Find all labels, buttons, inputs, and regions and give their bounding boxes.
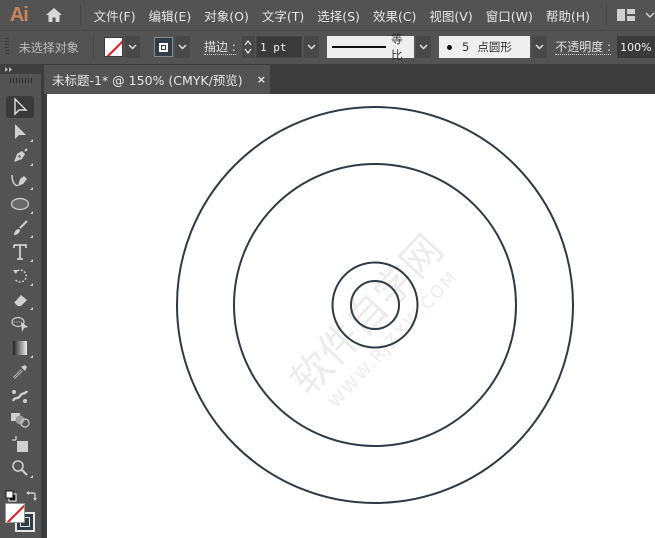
direct-selection-tool[interactable]	[6, 121, 34, 143]
menu-window[interactable]: 窗口(W)	[486, 6, 533, 25]
gradient-tool[interactable]	[6, 337, 34, 359]
stroke-weight-input[interactable]: 1 pt	[256, 36, 302, 58]
watermark: 软件自学网 WWW.RJZXW.COM	[282, 226, 462, 412]
opacity-input[interactable]: 100%	[617, 36, 655, 58]
paintbrush-icon	[14, 220, 28, 235]
none-slash-icon	[105, 38, 122, 56]
opacity-label-text: 不透明度	[555, 39, 604, 54]
artboard-tool[interactable]	[6, 433, 34, 455]
menu-effect[interactable]: 效果(C)	[373, 6, 416, 25]
workspace-layout-icon	[617, 9, 636, 21]
profile-dropdown[interactable]	[415, 36, 431, 58]
paintbrush-tool[interactable]	[6, 217, 34, 239]
puppet-warp-icon	[11, 390, 29, 403]
rotate-icon	[13, 269, 27, 283]
fill-swatch[interactable]	[103, 37, 123, 57]
selection-tool[interactable]	[6, 96, 34, 118]
close-icon[interactable]: ×	[257, 73, 266, 86]
stroke-swatch[interactable]	[153, 37, 173, 57]
magnifier-icon	[12, 460, 28, 476]
menu-divider	[79, 5, 81, 25]
menu-edit[interactable]: 编辑(E)	[149, 6, 192, 25]
stroke-label[interactable]: 描边 :	[203, 39, 236, 55]
pen-nib-icon	[14, 148, 28, 162]
variable-width-profile[interactable]: 等比	[326, 32, 414, 62]
brush-definition[interactable]: 5 点圆形	[439, 36, 531, 58]
control-divider	[92, 36, 94, 58]
fill-dropdown[interactable]	[124, 36, 140, 58]
tools-panel	[0, 64, 42, 538]
shape-builder-icon	[11, 413, 30, 428]
ellipse-icon	[10, 197, 30, 211]
ellipse-tool[interactable]	[6, 193, 34, 215]
home-icon[interactable]	[40, 0, 68, 30]
stroke-label-text: 描边	[203, 39, 228, 54]
curvature-pen-icon	[11, 174, 27, 187]
type-t-icon	[13, 244, 27, 260]
app-logo: Ai	[9, 3, 29, 26]
artwork: 软件自学网 WWW.RJZXW.COM	[176, 106, 574, 504]
gradient-icon	[13, 341, 27, 355]
brush-dropdown[interactable]	[532, 36, 548, 58]
expand-panel-icon	[5, 66, 12, 72]
eraser-tool[interactable]	[6, 289, 34, 311]
eyedropper-tool[interactable]	[6, 361, 34, 383]
control-bar: 未选择对象 描边 : 1 pt 等比 5 点圆形 不透明度 : 100%	[0, 30, 655, 63]
eraser-icon	[13, 295, 27, 307]
brush-name: 点圆形	[477, 40, 512, 54]
stroke-weight-stepper[interactable]	[241, 36, 256, 58]
chevron-down-icon	[645, 12, 655, 18]
puppet-warp-tool[interactable]	[6, 385, 34, 407]
direct-selection-arrow-icon	[15, 124, 26, 139]
document-tab-strip: 未标题-1* @ 150% (CMYK/预览) ×	[42, 64, 655, 94]
pen-tool[interactable]	[6, 145, 34, 167]
stepper-arrows-icon	[244, 39, 252, 55]
document-tab-title: 未标题-1* @ 150% (CMYK/预览)	[52, 73, 243, 88]
chevron-down-icon	[535, 44, 544, 50]
shape-builder-tool[interactable]	[6, 409, 34, 431]
chevron-down-icon	[128, 44, 137, 50]
type-tool[interactable]	[6, 241, 34, 263]
workspace-switcher[interactable]	[606, 5, 655, 25]
selection-arrow-icon	[14, 98, 28, 116]
brush-size: 5	[462, 40, 470, 54]
chevron-down-icon	[178, 44, 187, 50]
chevron-down-icon	[419, 44, 428, 50]
stroke-weight-dropdown[interactable]	[303, 36, 319, 58]
profile-label: 等比	[391, 32, 403, 62]
tools-panel-header[interactable]	[0, 64, 41, 74]
menu-object[interactable]: 对象(O)	[204, 6, 249, 25]
stroke-color-dropdown[interactable]	[174, 36, 190, 58]
none-slash-icon	[6, 504, 24, 522]
artboard-icon	[12, 436, 28, 452]
document-tab[interactable]: 未标题-1* @ 150% (CMYK/预览) ×	[44, 65, 270, 94]
menu-file[interactable]: 文件(F)	[94, 6, 136, 25]
swap-colors-icon[interactable]	[25, 487, 37, 501]
chevron-down-icon	[307, 44, 316, 50]
default-colors-icon[interactable]	[5, 487, 17, 502]
menu-help[interactable]: 帮助(H)	[546, 6, 590, 25]
curvature-tool[interactable]	[6, 169, 34, 191]
menu-type[interactable]: 文字(T)	[262, 6, 304, 25]
tools-panel-grip[interactable]	[9, 78, 32, 83]
menu-bar: Ai 文件(F) 编辑(E) 对象(O) 文字(T) 选择(S) 效果(C) 视…	[0, 0, 655, 30]
selection-status: 未选择对象	[18, 40, 79, 55]
menu-select[interactable]: 选择(S)	[317, 6, 360, 25]
menu-view[interactable]: 视图(V)	[429, 6, 472, 25]
opacity-label[interactable]: 不透明度 :	[555, 39, 612, 55]
artboard-canvas[interactable]: 软件自学网 WWW.RJZXW.COM	[47, 94, 655, 538]
lasso-select-tool[interactable]	[6, 313, 34, 335]
zoom-tool[interactable]	[6, 457, 34, 479]
rotate-tool[interactable]	[6, 265, 34, 287]
stroke-square-icon	[158, 42, 168, 52]
lasso-select-icon	[11, 316, 28, 332]
eyedropper-icon	[13, 365, 27, 379]
fill-color-box[interactable]	[5, 503, 25, 523]
panel-grip[interactable]	[5, 38, 9, 56]
profile-line-icon	[331, 46, 387, 48]
brush-dot-icon	[447, 44, 452, 50]
